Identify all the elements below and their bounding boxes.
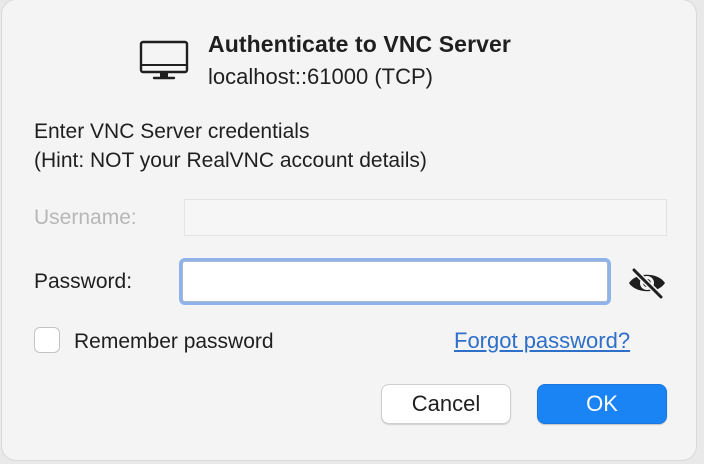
auth-dialog: Authenticate to VNC Server localhost::61… xyxy=(2,0,696,460)
server-address: localhost::61000 (TCP) xyxy=(208,64,433,89)
prompt-line: Enter VNC Server credentials xyxy=(34,120,310,143)
cancel-button[interactable]: Cancel xyxy=(381,384,511,424)
username-field xyxy=(184,199,667,236)
dialog-title: Authenticate to VNC Server xyxy=(208,31,511,57)
remember-password-label[interactable]: Remember password xyxy=(74,330,274,354)
username-label: Username: xyxy=(34,206,137,229)
monitor-icon xyxy=(139,40,189,80)
eye-slash-icon[interactable] xyxy=(626,266,668,300)
credentials-prompt: Enter VNC Server credentials (Hint: NOT … xyxy=(34,117,427,175)
password-field[interactable] xyxy=(182,261,608,302)
forgot-password-link[interactable]: Forgot password? xyxy=(454,328,630,354)
password-label: Password: xyxy=(34,270,133,293)
remember-password-checkbox[interactable] xyxy=(34,327,60,353)
ok-button[interactable]: OK xyxy=(537,384,667,424)
hint-line: (Hint: NOT your RealVNC account details) xyxy=(34,149,427,172)
